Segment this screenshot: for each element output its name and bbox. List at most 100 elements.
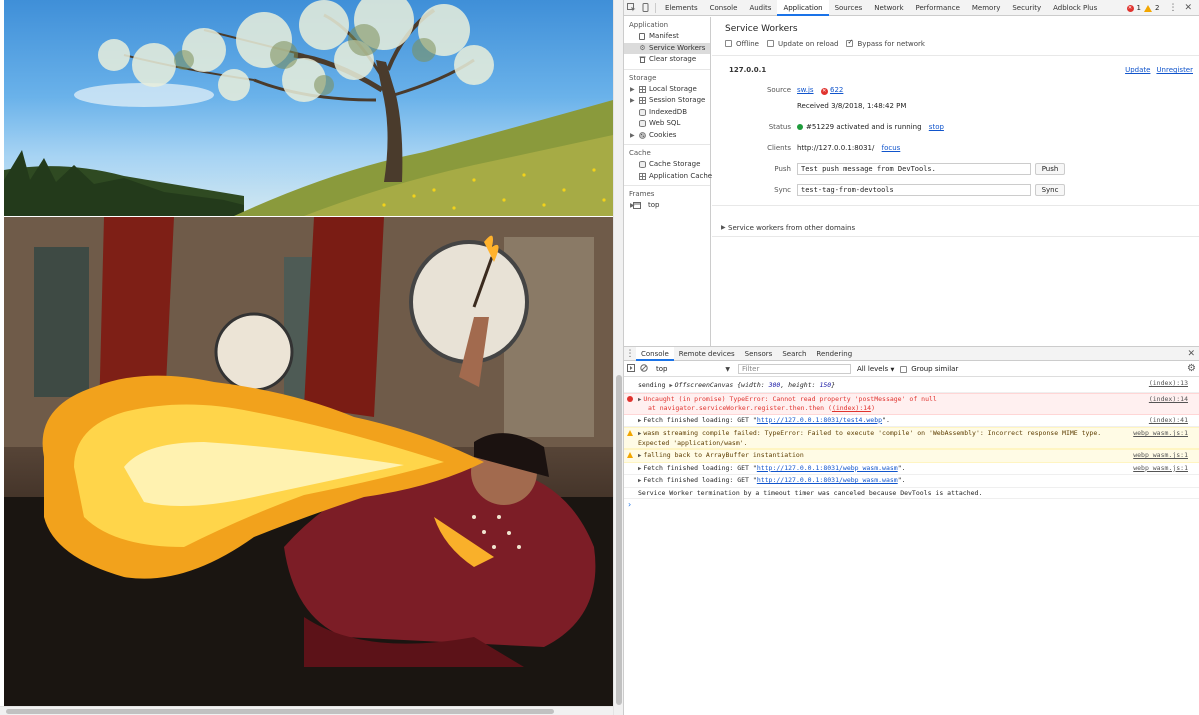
drawer-tab-console[interactable]: Console bbox=[636, 346, 674, 361]
page-horizontal-scroll-thumb[interactable] bbox=[6, 709, 554, 714]
sidebar-item-frame-top[interactable]: ▶ top bbox=[624, 200, 710, 212]
tab-performance[interactable]: Performance bbox=[910, 0, 966, 16]
drawer-tab-sensors[interactable]: Sensors bbox=[740, 347, 778, 361]
expand-arrow-icon[interactable]: ▶ bbox=[669, 383, 672, 389]
log-levels-select[interactable]: All levels ▼ bbox=[857, 365, 894, 373]
checkbox-box[interactable] bbox=[725, 40, 732, 47]
console-message-log[interactable]: ▶ Fetch finished loading: GET "http://127… bbox=[624, 415, 1199, 427]
page-horizontal-scrollbar[interactable] bbox=[0, 706, 613, 715]
clear-console-icon[interactable] bbox=[637, 364, 650, 374]
console-prompt-input[interactable]: › bbox=[624, 499, 1199, 510]
source-link[interactable]: (index):41 bbox=[1149, 416, 1188, 425]
offline-checkbox[interactable]: Offline bbox=[725, 40, 759, 48]
checkbox-box[interactable] bbox=[766, 40, 774, 47]
expand-arrow-icon[interactable]: ▶ bbox=[638, 431, 641, 437]
checkbox-box[interactable] bbox=[900, 365, 908, 373]
stack-frame-text: ) bbox=[871, 404, 875, 412]
device-toolbar-icon[interactable] bbox=[638, 0, 652, 16]
page-vertical-scrollbar[interactable] bbox=[613, 0, 623, 715]
expand-arrow-icon[interactable]: ▶ bbox=[630, 95, 635, 107]
tab-security[interactable]: Security bbox=[1006, 0, 1047, 16]
sidebar-item-application-cache[interactable]: Application Cache bbox=[624, 171, 712, 183]
other-domains-section[interactable]: ▶ Service workers from other domains bbox=[712, 205, 1199, 237]
expand-arrow-icon[interactable]: ▶ bbox=[630, 130, 635, 142]
console-message-warning[interactable]: ▶ falling back to ArrayBuffer instantiati… bbox=[624, 449, 1199, 463]
message-text: wasm streaming compile failed: TypeError… bbox=[643, 429, 1102, 437]
expand-arrow-icon[interactable]: ▶ bbox=[638, 478, 641, 484]
tab-memory[interactable]: Memory bbox=[966, 0, 1006, 16]
source-link[interactable]: (index):14 bbox=[1149, 395, 1188, 404]
checkbox-box-checked[interactable] bbox=[846, 38, 854, 47]
console-settings-gear-icon[interactable]: ⚙ bbox=[1187, 363, 1196, 374]
object-close: } bbox=[831, 381, 836, 389]
console-message-log[interactable]: Service Worker termination by a timeout … bbox=[624, 488, 1199, 499]
kebab-menu-icon[interactable]: ⋮ bbox=[1168, 3, 1177, 13]
console-filter-input[interactable]: Filter bbox=[738, 364, 851, 374]
source-link[interactable]: (index):13 bbox=[1149, 379, 1188, 388]
stack-frame-link[interactable]: (index):14 bbox=[832, 404, 871, 412]
tab-audits[interactable]: Audits bbox=[743, 0, 777, 16]
message-url-link[interactable]: http://127.0.0.1:8031/webp_wasm.wasm bbox=[757, 476, 898, 484]
tab-application[interactable]: Application bbox=[777, 0, 829, 16]
drawer-menu-icon[interactable]: ⋮ bbox=[624, 349, 636, 359]
focus-link[interactable]: focus bbox=[882, 144, 901, 152]
inspect-element-icon[interactable] bbox=[624, 0, 638, 16]
message-text: Uncaught (in promise) TypeError: Cannot … bbox=[643, 394, 937, 403]
expand-arrow-icon[interactable]: ▶ bbox=[638, 453, 641, 459]
tab-console[interactable]: Console bbox=[704, 0, 744, 16]
source-link[interactable]: webp_wasm.js:1 bbox=[1133, 464, 1188, 473]
console-message-error[interactable]: ▶ Uncaught (in promise) TypeError: Cannot… bbox=[624, 392, 1199, 415]
expand-arrow-icon[interactable]: ▶ bbox=[638, 466, 641, 472]
message-url-link[interactable]: http://127.0.0.1:8031/test4.webp bbox=[757, 416, 882, 424]
source-link[interactable]: webp_wasm.js:1 bbox=[1133, 429, 1188, 438]
page-vertical-scroll-thumb[interactable] bbox=[616, 375, 622, 705]
unregister-link[interactable]: Unregister bbox=[1156, 66, 1193, 74]
bypass-for-network-checkbox[interactable]: Bypass for network bbox=[846, 38, 925, 48]
tab-adblock-plus[interactable]: Adblock Plus bbox=[1047, 0, 1103, 16]
sidebar-item-cache-storage[interactable]: Cache Storage bbox=[624, 159, 710, 171]
stop-link[interactable]: stop bbox=[929, 123, 944, 131]
sidebar-item-clear-storage[interactable]: Clear storage bbox=[624, 54, 710, 66]
drawer-tab-search[interactable]: Search bbox=[777, 347, 811, 361]
expand-arrow-icon[interactable]: ▶ bbox=[638, 418, 641, 424]
manifest-icon bbox=[639, 33, 645, 40]
sidebar-toggle-icon[interactable] bbox=[624, 364, 637, 374]
expand-arrow-icon[interactable]: ▶ bbox=[638, 397, 641, 403]
console-message-log[interactable]: ▶ Fetch finished loading: GET "http://127… bbox=[624, 463, 1199, 475]
expand-arrow-icon[interactable]: ▶ bbox=[721, 224, 726, 231]
drawer-tab-rendering[interactable]: Rendering bbox=[811, 347, 857, 361]
issue-counters[interactable]: ✕ 1 2 ⋮ ✕ bbox=[1126, 0, 1192, 16]
sync-button[interactable]: Sync bbox=[1035, 184, 1065, 196]
tab-elements[interactable]: Elements bbox=[659, 0, 704, 16]
sidebar-item-local-storage[interactable]: ▶ Local Storage bbox=[624, 84, 710, 96]
sidebar-item-service-workers[interactable]: ⚙ Service Workers bbox=[624, 42, 710, 54]
status-running-icon bbox=[797, 124, 803, 130]
warning-icon bbox=[1143, 4, 1152, 12]
close-devtools-icon[interactable]: ✕ bbox=[1184, 3, 1192, 13]
source-file-link[interactable]: sw.js bbox=[797, 86, 814, 94]
sidebar-item-manifest[interactable]: Manifest bbox=[624, 31, 710, 43]
sidebar-item-session-storage[interactable]: ▶ Session Storage bbox=[624, 95, 710, 107]
context-select[interactable]: top ▼ bbox=[654, 364, 732, 375]
console-message-log[interactable]: ▶ Fetch finished loading: GET "http://127… bbox=[624, 475, 1199, 488]
sidebar-item-web-sql[interactable]: Web SQL bbox=[624, 118, 710, 130]
console-message-log[interactable]: sending ▶ OffscreenCanvas {width: 300, he… bbox=[624, 378, 1199, 393]
source-error-count-link[interactable]: 622 bbox=[830, 86, 843, 94]
message-url-link[interactable]: http://127.0.0.1:8031/webp_wasm.wasm bbox=[757, 464, 898, 472]
group-similar-checkbox[interactable]: Group similar bbox=[900, 365, 958, 373]
tab-network[interactable]: Network bbox=[868, 0, 909, 16]
update-link[interactable]: Update bbox=[1125, 66, 1150, 74]
sidebar-item-indexeddb[interactable]: IndexedDB bbox=[624, 107, 710, 119]
tab-sources[interactable]: Sources bbox=[829, 0, 869, 16]
sidebar-item-cookies[interactable]: ▶ Cookies bbox=[624, 130, 710, 142]
object-preview[interactable]: OffscreenCanvas {width: 300, height: 150… bbox=[675, 381, 836, 389]
source-link[interactable]: webp_wasm.js:1 bbox=[1133, 451, 1188, 460]
sync-tag-input[interactable]: test-tag-from-devtools bbox=[797, 184, 1031, 196]
close-drawer-icon[interactable]: ✕ bbox=[1187, 347, 1195, 361]
update-on-reload-checkbox[interactable]: Update on reload bbox=[766, 40, 838, 48]
expand-arrow-icon[interactable]: ▶ bbox=[630, 84, 635, 96]
drawer-tab-remote-devices[interactable]: Remote devices bbox=[674, 347, 740, 361]
push-message-input[interactable]: Test push message from DevTools. bbox=[797, 163, 1031, 175]
push-button[interactable]: Push bbox=[1035, 163, 1065, 175]
console-message-warning[interactable]: ▶ wasm streaming compile failed: TypeErro… bbox=[624, 427, 1199, 449]
